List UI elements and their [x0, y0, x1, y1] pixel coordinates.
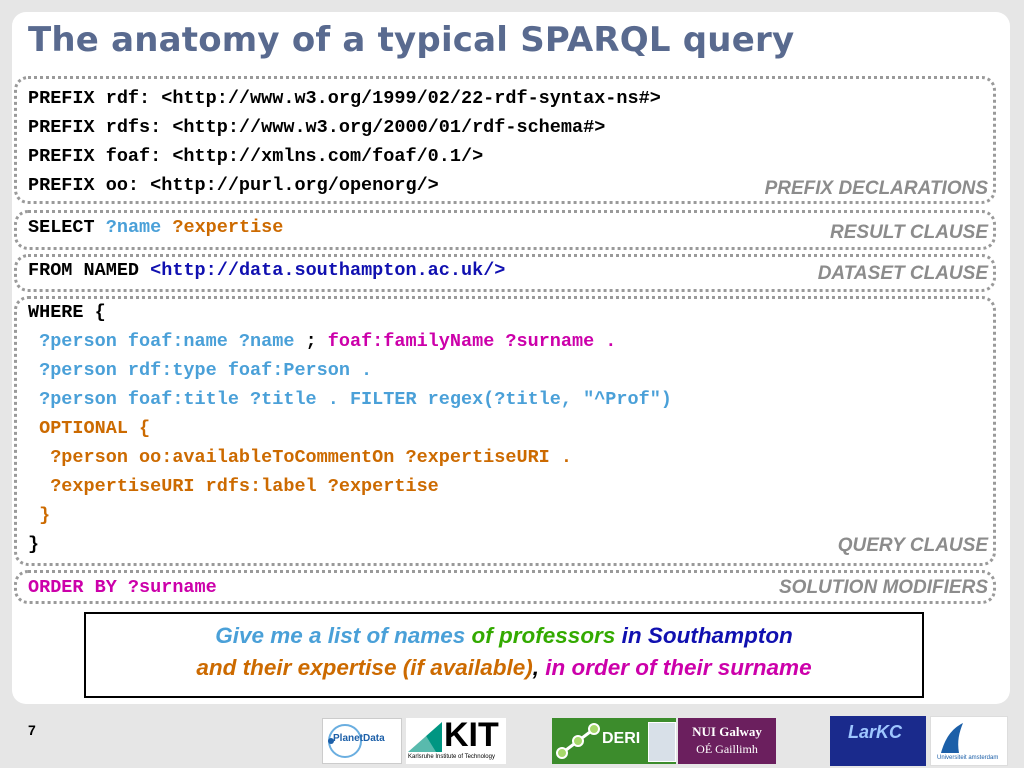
kit-logo-text: KIT — [444, 716, 499, 754]
page-number: 7 — [28, 722, 36, 738]
vu-logo-text: Universiteit amsterdam — [937, 755, 999, 761]
dataset-clause-label: DATASET CLAUSE — [817, 263, 988, 284]
larkc-logo-text: LarKC — [848, 722, 903, 742]
vu-amsterdam-logo: Universiteit amsterdam — [930, 716, 1008, 766]
query-line-1-part-a: ?person foaf:name ?name — [28, 331, 295, 352]
deri-logo: DERI — [552, 718, 676, 764]
caption-line-2: and their expertise (if available), in o… — [86, 652, 922, 684]
dataset-uri: <http://data.southampton.ac.uk/> — [150, 260, 506, 281]
caption-part-comma: , — [532, 655, 546, 680]
vu-griffin-icon — [941, 723, 963, 753]
caption-line-1: Give me a list of names of professors in… — [86, 620, 922, 652]
query-caption-box: Give me a list of names of professors in… — [84, 612, 924, 698]
caption-part-surname: in order of their surname — [545, 655, 812, 680]
from-named-line: FROM NAMED <http://data.southampton.ac.u… — [28, 256, 505, 285]
query-line-2: ?person rdf:type foaf:Person . — [28, 360, 373, 381]
deri-logo-nodes — [556, 723, 600, 759]
kit-logo-fan — [408, 722, 442, 752]
select-keyword: SELECT — [28, 217, 95, 238]
query-line-3: ?person foaf:title ?title . FILTER regex… — [28, 389, 672, 410]
query-clause-label: QUERY CLAUSE — [837, 535, 988, 556]
slide-title: The anatomy of a typical SPARQL query — [28, 20, 795, 60]
select-var-expertise: ?expertise — [172, 217, 284, 238]
deri-logo-text: DERI — [602, 730, 641, 747]
result-clause-label: RESULT CLAUSE — [830, 222, 988, 243]
nui-galway-line-2: OÉ Gaillimh — [696, 742, 758, 756]
caption-part-professors: of professors — [465, 623, 616, 648]
kit-logo-subtitle: Karlsruhe Institute of Technology — [408, 754, 495, 760]
caption-part-names: Give me a list of names — [215, 623, 466, 648]
query-line-1-part-c: foaf:familyName ?surname . — [327, 331, 617, 352]
nui-galway-line-1: NUI Galway — [692, 724, 762, 739]
larkc-logo: LarKC — [830, 716, 926, 766]
kit-logo: KIT Karlsruhe Institute of Technology — [406, 716, 506, 764]
planetdata-logo-text: PlanetData — [333, 733, 385, 744]
optional-close: } — [28, 505, 51, 526]
prefix-line-3: PREFIX foaf: <http://xmlns.com/foaf/0.1/… — [28, 146, 484, 167]
prefix-line-2: PREFIX rdfs: <http://www.w3.org/2000/01/… — [28, 117, 606, 138]
where-close: } — [28, 534, 40, 555]
select-var-name: ?name — [105, 217, 162, 238]
query-line-1-part-b: ; — [294, 331, 328, 352]
caption-part-expertise: and their expertise (if available) — [196, 655, 533, 680]
query-line-5: ?person oo:availableToCommentOn ?experti… — [28, 447, 572, 468]
nui-galway-logo: NUI Galway OÉ Gaillimh — [678, 718, 776, 764]
nui-building-icon — [648, 722, 676, 762]
prefix-line-4: PREFIX oo: <http://purl.org/openorg/> — [28, 175, 439, 196]
from-named-keyword: FROM NAMED — [28, 260, 140, 281]
prefix-declarations-label: PREFIX DECLARATIONS — [764, 178, 988, 199]
planetdata-logo: PlanetData — [322, 718, 402, 764]
query-line-6: ?expertiseURI rdfs:label ?expertise — [28, 476, 439, 497]
query-line-1: ?person foaf:name ?name ; foaf:familyNam… — [28, 327, 616, 356]
where-open: WHERE { — [28, 302, 106, 323]
solution-modifiers-label: SOLUTION MODIFIERS — [779, 577, 988, 598]
select-line: SELECT ?name ?expertise — [28, 213, 283, 242]
caption-part-southampton: in Southampton — [615, 623, 793, 648]
order-by-line: ORDER BY ?surname — [28, 577, 217, 598]
optional-open: OPTIONAL { — [28, 418, 151, 439]
prefix-line-1: PREFIX rdf: <http://www.w3.org/1999/02/2… — [28, 88, 661, 109]
